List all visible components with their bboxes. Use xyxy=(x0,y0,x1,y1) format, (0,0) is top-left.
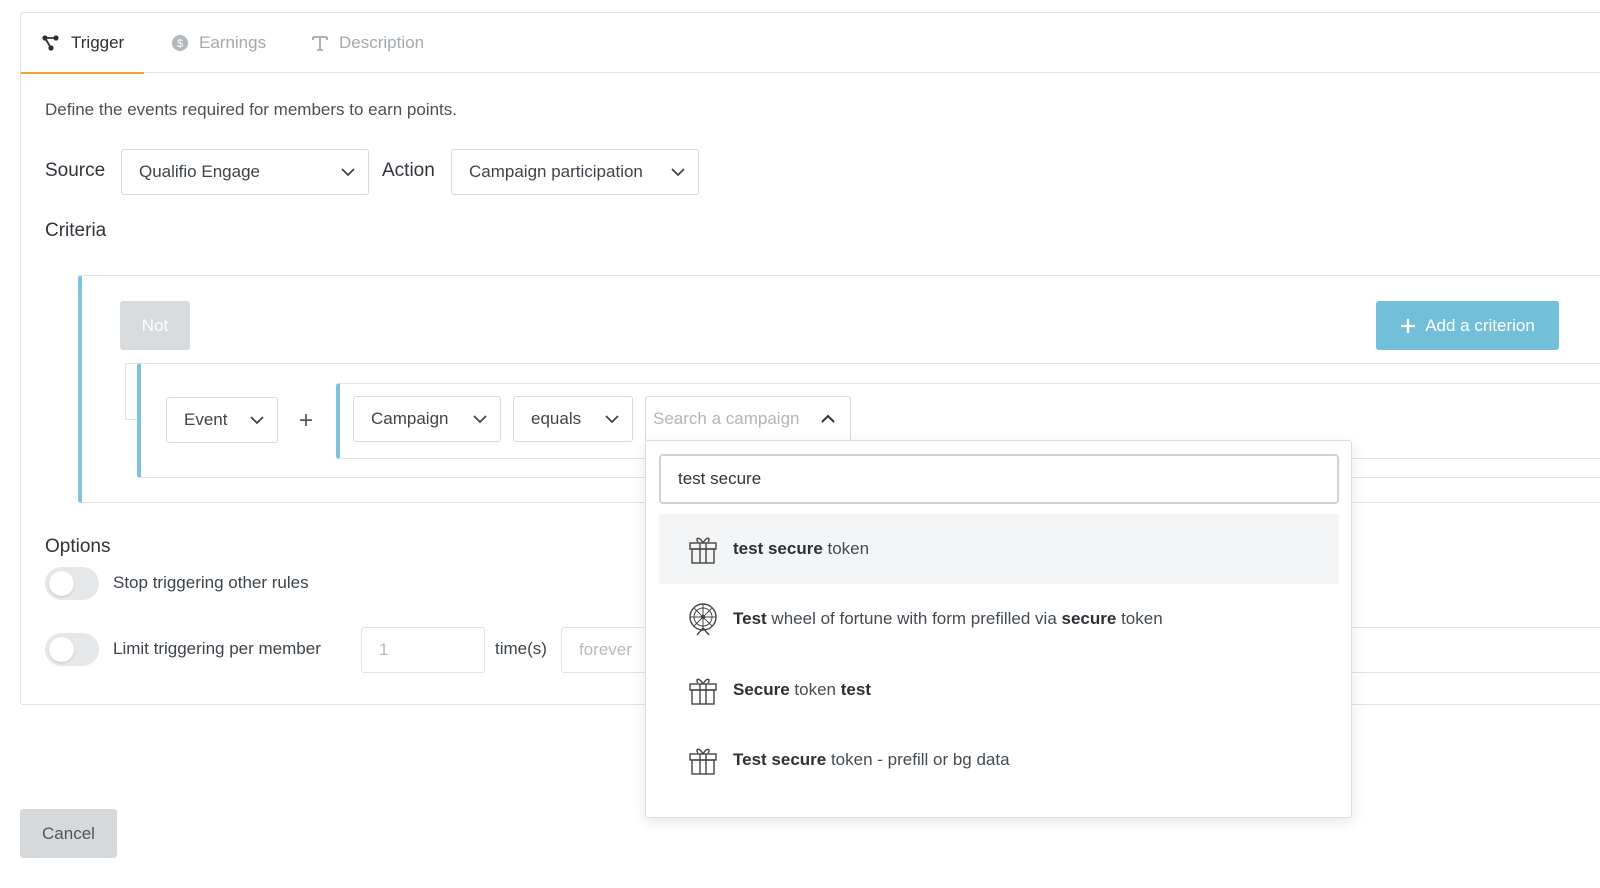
campaign-search-dropdown: test secure tokenTest wheel of fortune w… xyxy=(645,440,1352,818)
tab-description-label: Description xyxy=(339,33,425,52)
add-criterion-label: Add a criterion xyxy=(1425,315,1535,335)
coin-icon: $ xyxy=(172,35,188,51)
cancel-button[interactable]: Cancel xyxy=(20,809,117,858)
chevron-down-icon xyxy=(250,416,264,425)
combine-plus-icon[interactable]: + xyxy=(299,407,313,435)
operator-select[interactable]: equals xyxy=(513,396,633,442)
criteria-label: Criteria xyxy=(45,220,107,241)
limit-count-input[interactable]: 1 xyxy=(361,627,485,673)
gift-icon xyxy=(689,537,717,564)
source-select[interactable]: Qualifio Engage xyxy=(121,149,369,195)
chevron-down-icon xyxy=(341,168,355,177)
result-text: wheel of fortune with form prefilled via xyxy=(766,609,1062,628)
limit-triggering-label: Limit triggering per member xyxy=(113,639,321,658)
action-select[interactable]: Campaign participation xyxy=(451,149,699,195)
text-icon xyxy=(312,36,328,51)
action-label: Action xyxy=(382,160,435,181)
campaign-search-input[interactable] xyxy=(659,454,1339,504)
event-select-value: Event xyxy=(184,410,228,429)
campaign-search-placeholder: Search a campaign xyxy=(653,409,800,428)
gift-icon xyxy=(689,748,717,775)
result-text: token xyxy=(789,680,841,699)
campaign-select[interactable]: Campaign xyxy=(353,396,501,442)
times-label: time(s) xyxy=(495,639,547,658)
result-text: token - prefill or bg data xyxy=(826,750,1010,769)
campaign-result-item[interactable]: Secure token test xyxy=(659,655,1339,725)
tab-trigger[interactable]: Trigger xyxy=(20,13,145,74)
campaign-result-item[interactable]: test secure token xyxy=(659,514,1339,584)
tab-description[interactable]: Description xyxy=(311,13,424,73)
chevron-down-icon xyxy=(473,415,487,424)
gift-icon xyxy=(689,678,717,705)
campaign-select-value: Campaign xyxy=(371,409,449,428)
add-criterion-button[interactable]: Add a criterion xyxy=(1376,301,1559,350)
event-select[interactable]: Event xyxy=(166,397,278,443)
campaign-result-label: test secure token xyxy=(733,539,869,559)
campaign-result-label: Test wheel of fortune with form prefille… xyxy=(733,609,1163,629)
operator-select-value: equals xyxy=(531,409,582,428)
source-label: Source xyxy=(45,160,106,181)
campaign-result-label: Secure token test xyxy=(733,680,871,700)
source-select-value: Qualifio Engage xyxy=(139,162,260,181)
svg-text:$: $ xyxy=(177,38,183,50)
wheel-icon xyxy=(689,603,717,636)
limit-triggering-toggle[interactable] xyxy=(45,633,99,666)
match-highlight: test secure xyxy=(733,539,823,558)
result-text: token xyxy=(1116,609,1163,628)
trigger-description: Define the events required for members t… xyxy=(45,100,457,119)
campaign-result-label: Test secure token - prefill or bg data xyxy=(733,750,1010,770)
chevron-down-icon xyxy=(605,415,619,424)
match-highlight: Test secure xyxy=(733,750,827,769)
tab-trigger-label: Trigger xyxy=(71,33,125,52)
tab-earnings-label: Earnings xyxy=(199,33,267,52)
chevron-down-icon xyxy=(671,168,685,177)
action-select-value: Campaign participation xyxy=(469,162,643,181)
match-highlight: Test xyxy=(733,609,767,628)
trigger-icon xyxy=(42,35,59,51)
options-title: Options xyxy=(45,536,111,557)
limit-row-field xyxy=(1350,627,1600,673)
tab-earnings[interactable]: $ Earnings xyxy=(171,13,266,73)
match-highlight: test xyxy=(840,680,871,699)
match-highlight: Secure xyxy=(733,680,790,699)
campaign-result-item[interactable]: Test wheel of fortune with form prefille… xyxy=(659,584,1339,654)
match-highlight: secure xyxy=(1061,609,1117,628)
campaign-search-select[interactable]: Search a campaign xyxy=(645,396,851,442)
not-button[interactable]: Not xyxy=(120,301,190,350)
plus-icon xyxy=(1401,318,1416,333)
campaign-result-item[interactable]: Test secure token - prefill or bg data xyxy=(659,725,1339,795)
tab-bar: Trigger $ Earnings Description xyxy=(20,13,1600,74)
chevron-up-icon xyxy=(821,414,835,423)
stop-triggering-label: Stop triggering other rules xyxy=(113,573,309,592)
result-text: token xyxy=(822,539,870,558)
stop-triggering-toggle[interactable] xyxy=(45,567,99,600)
